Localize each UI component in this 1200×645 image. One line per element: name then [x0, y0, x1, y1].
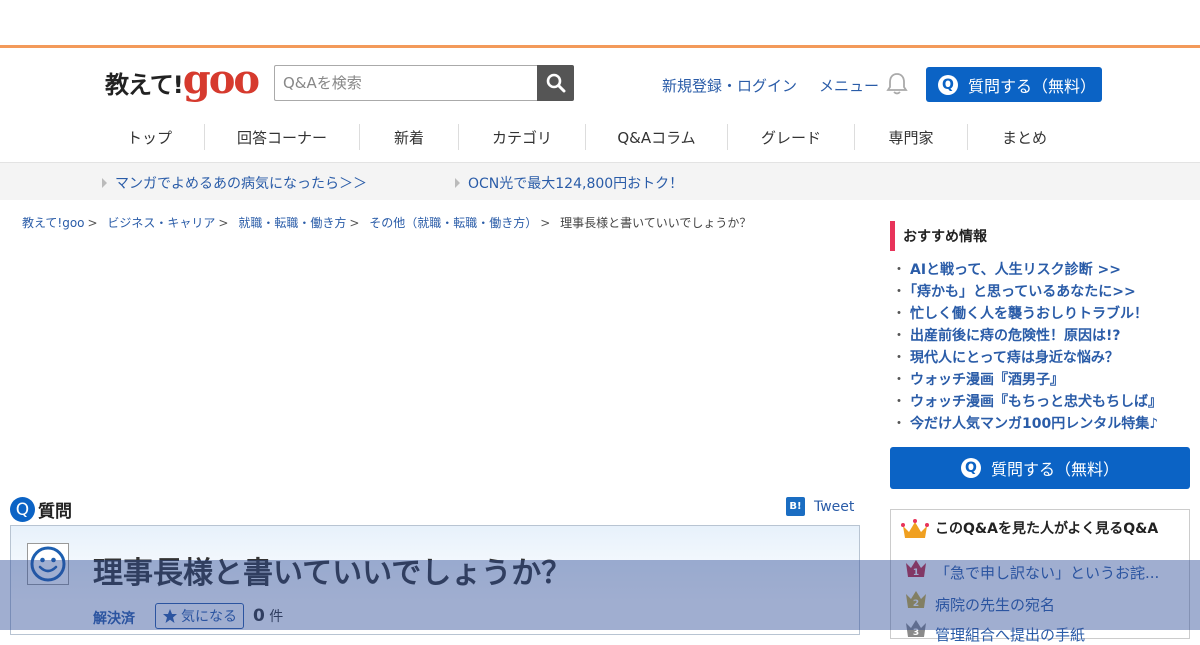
breadcrumb-sep: > — [349, 216, 360, 230]
bottom-overlay-banner[interactable] — [0, 560, 1200, 630]
list-item-text: 出産前後に痔の危険性！原因は!? — [910, 328, 1121, 344]
search-bar — [274, 65, 574, 101]
breadcrumb-item[interactable]: 就職・転職・働き方 — [238, 216, 346, 230]
nav-category[interactable]: カテゴリ — [459, 124, 586, 150]
bullet: ・ — [892, 350, 906, 366]
nav-matome[interactable]: まとめ — [968, 124, 1081, 150]
breadcrumb-sep: > — [87, 216, 98, 230]
list-item-text: ウォッチ漫画『もちっと忠犬もちしば』 — [910, 394, 1162, 410]
popular-title: このQ&Aを見た人がよく見るQ&A — [935, 521, 1159, 537]
question-section-label: Q 質問 — [10, 497, 72, 522]
tweet-button[interactable]: Tweet — [814, 499, 854, 515]
recommend-list: ・ AIと戦って、人生リスク診断 >> ・「痔かも」と思っているあなたに>> ・忙… — [892, 259, 1162, 435]
triangle-icon — [455, 178, 460, 188]
promo-bar: マンガでよめるあの病気になったら＞＞ OCN光で最大124,800円おトク！ — [0, 162, 1200, 200]
triangle-icon — [102, 178, 107, 188]
sidebar-ask-button[interactable]: Q 質問する（無料） — [890, 447, 1190, 489]
breadcrumb-sep: > — [540, 216, 551, 230]
breadcrumb-item[interactable]: 教えて!goo — [22, 216, 85, 230]
main-nav: トップ 回答コーナー 新着 カテゴリ Q&Aコラム グレード 専門家 まとめ — [95, 118, 1081, 156]
question-label: 質問 — [38, 502, 72, 522]
ask-label: 質問する（無料） — [968, 76, 1097, 96]
list-item-text: ウォッチ漫画『酒男子』 — [910, 372, 1064, 388]
list-item[interactable]: ・ AIと戦って、人生リスク診断 >> — [892, 259, 1162, 281]
list-item[interactable]: ・ウォッチ漫画『もちっと忠犬もちしば』 — [892, 391, 1162, 413]
bullet: ・ — [892, 284, 906, 300]
question-q-icon: Q — [960, 458, 981, 478]
breadcrumb-sep: > — [218, 216, 229, 230]
site-header: 教えて! goo 新規登録・ログイン メニュー Q 質問する（無料） — [0, 48, 1200, 118]
nav-grade[interactable]: グレード — [728, 124, 855, 150]
list-item[interactable]: ・現代人にとって痔は身近な悩み？ — [892, 347, 1162, 369]
promo-text: マンガでよめるあの病気になったら＞＞ — [115, 176, 367, 192]
list-item[interactable]: ・今だけ人気マンガ100円レンタル特集♪ — [892, 413, 1162, 435]
share-buttons[interactable]: B! Tweet — [786, 497, 854, 516]
logo-text: 教えて! — [105, 71, 184, 99]
menu-link[interactable]: メニュー — [819, 75, 879, 96]
search-input[interactable] — [274, 65, 537, 101]
breadcrumb-item[interactable]: ビジネス・キャリア — [107, 216, 215, 230]
promo-link-ocn[interactable]: OCN光で最大124,800円おトク！ — [455, 173, 683, 193]
ask-question-button[interactable]: Q 質問する（無料） — [926, 67, 1102, 102]
bullet: ・ — [892, 306, 906, 322]
promo-link-manga[interactable]: マンガでよめるあの病気になったら＞＞ — [102, 173, 367, 193]
crown-icon — [901, 519, 929, 538]
nav-qa-column[interactable]: Q&Aコラム — [586, 124, 728, 150]
breadcrumb-current: 理事長様と書いていいでしょうか？ — [560, 216, 752, 230]
ad-top-bar — [0, 0, 1200, 48]
bullet: ・ — [892, 262, 906, 278]
list-item-text: 今だけ人気マンガ100円レンタル特集♪ — [910, 416, 1159, 432]
list-item[interactable]: ・出産前後に痔の危険性！原因は!? — [892, 325, 1162, 347]
list-item[interactable]: ・「痔かも」と思っているあなたに>> — [892, 281, 1162, 303]
question-q-icon: Q — [10, 497, 35, 522]
list-item-text: AIと戦って、人生リスク診断 >> — [910, 262, 1121, 278]
bullet: ・ — [892, 372, 906, 388]
nav-top[interactable]: トップ — [95, 124, 205, 150]
hatena-bookmark-icon[interactable]: B! — [786, 497, 805, 516]
nav-expert[interactable]: 専門家 — [855, 124, 968, 150]
header-links: 新規登録・ログイン メニュー — [662, 75, 879, 96]
bullet: ・ — [892, 416, 906, 432]
breadcrumb: 教えて!goo > ビジネス・キャリア > 就職・転職・働き方 > その他（就職・転職… — [22, 214, 751, 231]
list-item-text: 「痔かも」と思っているあなたに>> — [910, 284, 1136, 300]
ask-label: 質問する（無料） — [990, 460, 1119, 479]
nav-answer-corner[interactable]: 回答コーナー — [205, 124, 360, 150]
list-item-text: 現代人にとって痔は身近な悩み？ — [910, 350, 1119, 366]
list-item-text: 忙しく働く人を襲うおしりトラブル！ — [910, 306, 1148, 322]
search-icon — [546, 73, 565, 93]
breadcrumb-item[interactable]: その他（就職・転職・働き方） — [369, 216, 537, 230]
list-item[interactable]: ・ウォッチ漫画『酒男子』 — [892, 369, 1162, 391]
promo-text: OCN光で最大124,800円おトク！ — [468, 176, 684, 192]
search-button[interactable] — [537, 65, 574, 101]
nav-new[interactable]: 新着 — [360, 124, 459, 150]
bullet: ・ — [892, 328, 906, 344]
bell-icon — [886, 73, 908, 95]
site-logo[interactable]: 教えて! goo — [105, 56, 260, 103]
list-item[interactable]: ・忙しく働く人を襲うおしりトラブル！ — [892, 303, 1162, 325]
sidebar-title: おすすめ情報 — [890, 221, 987, 251]
bullet: ・ — [892, 394, 906, 410]
notification-button[interactable] — [886, 72, 908, 100]
question-q-icon: Q — [938, 74, 958, 95]
signup-login-link[interactable]: 新規登録・ログイン — [662, 75, 797, 96]
logo-goo: goo — [182, 56, 260, 103]
